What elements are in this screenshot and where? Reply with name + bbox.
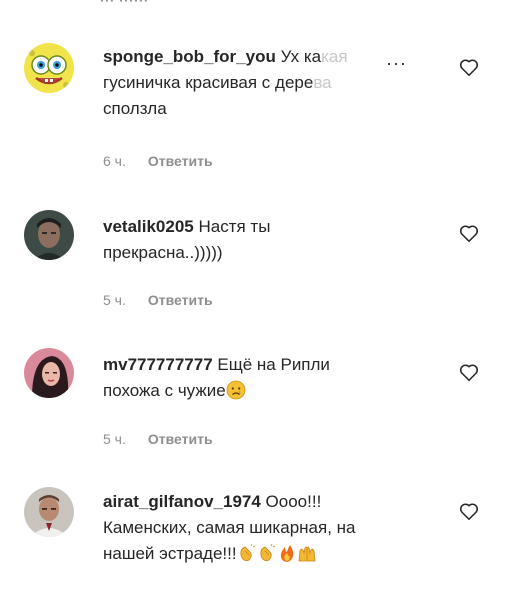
comment-text-faded: ва	[313, 73, 332, 92]
comment-text: airat_gilfanov_1974 Оооо!!! Каменских, с…	[103, 489, 403, 567]
comment-time: 6 ч.	[103, 153, 126, 169]
heart-outline-icon[interactable]	[458, 500, 480, 522]
heart-outline-icon[interactable]	[458, 56, 480, 78]
comment-text: mv777777777 Ещё на Рипли похожа с чужие	[103, 352, 403, 404]
reply-button[interactable]: Ответить	[148, 153, 213, 169]
comment-username[interactable]: mv777777777	[103, 355, 213, 374]
raising-hands-emoji	[298, 546, 316, 562]
comment-text-line: Ух ка	[280, 47, 322, 66]
comment-username[interactable]: airat_gilfanov_1974	[103, 492, 261, 511]
comment-text-line: Оооо!!!	[265, 492, 322, 511]
comment-meta: 5 ч. Ответить	[103, 431, 213, 447]
reply-button[interactable]: Ответить	[148, 292, 213, 308]
comment-text: vetalik0205 Настя ты прекрасна..)))))	[103, 214, 403, 266]
fire-emoji	[280, 545, 293, 562]
comment-meta: 6 ч. Ответить	[103, 153, 213, 169]
avatar[interactable]	[24, 43, 74, 93]
heart-outline-icon[interactable]	[458, 361, 480, 383]
clapping-hands-emoji	[260, 543, 275, 562]
crying-face-emoji	[226, 380, 246, 400]
truncated-previous-comment: ··· ······	[100, 0, 149, 8]
comment-meta: 5 ч. Ответить	[103, 292, 213, 308]
avatar[interactable]	[24, 348, 74, 398]
comment-text-faded: кая	[321, 47, 348, 66]
comment-text: sponge_bob_for_you Ух какая гусиничка кр…	[103, 44, 403, 122]
clapping-hands-emoji	[240, 543, 255, 562]
heart-outline-icon[interactable]	[458, 222, 480, 244]
comment-text-line: гусиничка красивая с дере	[103, 73, 314, 92]
comment-text-line: Настя ты	[198, 217, 271, 236]
comment-time: 5 ч.	[103, 292, 126, 308]
comment-time: 5 ч.	[103, 431, 126, 447]
comment-username[interactable]: vetalik0205	[103, 217, 194, 236]
comment-text-line: сползла	[103, 99, 167, 118]
comment-text-line: Каменских, самая шикарная, на	[103, 518, 356, 537]
comment-text-line: похожа с чужие	[103, 381, 226, 400]
avatar[interactable]	[24, 487, 74, 537]
reply-button[interactable]: Ответить	[148, 431, 213, 447]
comment-username[interactable]: sponge_bob_for_you	[103, 47, 276, 66]
comment-text-line: Ещё на Рипли	[217, 355, 330, 374]
more-options-icon[interactable]: ···	[386, 53, 407, 74]
comment-text-line: нашей эстраде!!!	[103, 544, 237, 563]
comment-text-line: прекрасна..)))))	[103, 243, 223, 262]
avatar[interactable]	[24, 210, 74, 260]
